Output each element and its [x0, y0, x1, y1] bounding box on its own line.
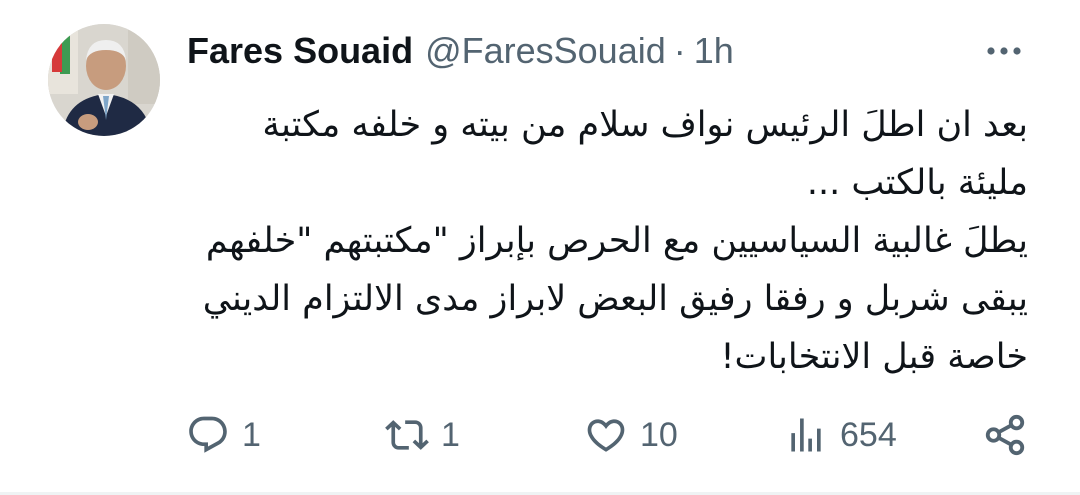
reply-count: 1	[242, 415, 261, 454]
tweet-text-line: خاصة قبل الانتخابات!	[720, 337, 1028, 377]
avatar-image	[48, 24, 160, 136]
repost-count: 1	[441, 415, 460, 454]
author-handle[interactable]: @FaresSouaid	[425, 26, 666, 76]
avatar[interactable]	[48, 24, 160, 136]
views-button[interactable]: 654	[784, 408, 897, 462]
reply-icon	[189, 416, 227, 453]
author-name[interactable]: Fares Souaid	[187, 26, 413, 76]
share-icon	[985, 414, 1025, 456]
heart-icon	[587, 419, 625, 452]
more-options-button[interactable]	[984, 36, 1024, 66]
tweet-text-line: بعد ان اطلَ الرئيس نواف سلام من بيته و خ…	[262, 105, 1028, 145]
action-bar: 1 1 10 654	[0, 408, 1080, 462]
more-horizontal-icon	[987, 47, 1021, 55]
tweet-text-line: مليئة بالكتب ...	[806, 163, 1028, 203]
tweet-timestamp[interactable]: 1h	[694, 26, 734, 76]
repost-icon	[385, 420, 429, 450]
tweet-header: Fares Souaid @FaresSouaid · 1h	[187, 26, 734, 76]
like-count: 10	[640, 415, 678, 454]
tweet-text-line: يبقى شربل و رفقا رفيق البعض لابراز مدى ا…	[202, 279, 1028, 319]
like-button[interactable]: 10	[584, 408, 678, 462]
views-count: 654	[840, 415, 897, 454]
views-chart-icon	[791, 418, 821, 452]
tweet-text: بعد ان اطلَ الرئيس نواف سلام من بيته و خ…	[180, 96, 1028, 386]
repost-button[interactable]: 1	[385, 408, 460, 462]
tweet-text-line: يطلَ غالبية السياسيين مع الحرص بإبراز "م…	[205, 221, 1028, 261]
share-button[interactable]	[982, 408, 1028, 462]
separator-dot: ·	[673, 30, 686, 71]
tweet-card[interactable]: Fares Souaid @FaresSouaid · 1h بعد ان اط…	[0, 0, 1080, 495]
reply-button[interactable]: 1	[186, 408, 261, 462]
